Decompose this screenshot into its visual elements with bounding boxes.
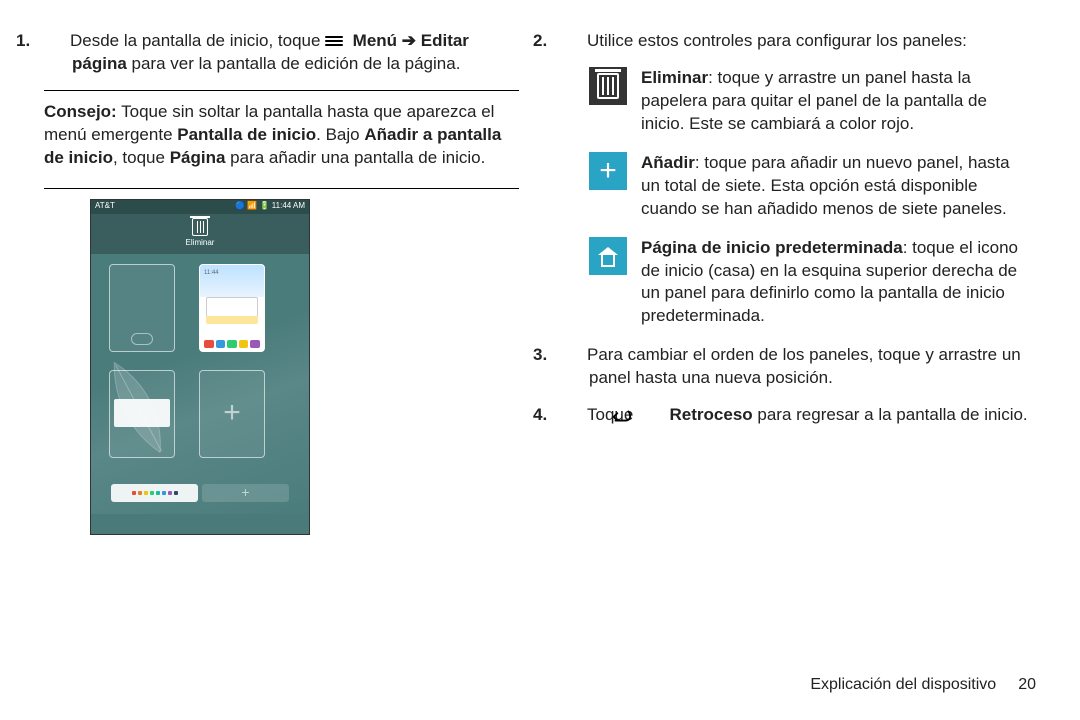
step-1: 1.Desde la pantalla de inicio, toque Men… — [44, 30, 519, 76]
control-anadir: + Añadir: toque para añadir un nuevo pan… — [561, 152, 1036, 221]
panel-1 — [109, 264, 175, 352]
step-number: 4. — [561, 404, 587, 427]
left-column: 1.Desde la pantalla de inicio, toque Men… — [44, 30, 519, 710]
device-screenshot: AT&T 🔵 📶 🔋 11:44 AM Eliminar 1 — [90, 199, 310, 535]
add-icon: + — [589, 152, 627, 190]
home-icon — [589, 237, 627, 275]
step-number: 3. — [561, 344, 587, 367]
page-footer: Explicación del dispositivo20 — [810, 674, 1036, 696]
dock-apps — [111, 484, 198, 502]
back-icon — [638, 407, 660, 421]
panel-2-active: 11:44 — [199, 264, 265, 352]
step-4: 4.Toque Retroceso para regresar a la pan… — [561, 404, 1036, 427]
control-home: Página de inicio predeterminada: toque e… — [561, 237, 1036, 329]
right-column: 2.Utilice estos controles para configura… — [561, 30, 1036, 710]
step-number: 2. — [561, 30, 587, 53]
trash-icon — [192, 218, 208, 236]
control-eliminar: Eliminar: toque y arrastre un panel hast… — [561, 67, 1036, 136]
divider-bottom — [44, 188, 519, 189]
dock-row: + — [111, 484, 289, 506]
panel-3 — [109, 370, 175, 458]
add-panel: + — [199, 370, 265, 458]
status-bar: AT&T 🔵 📶 🔋 11:44 AM — [91, 200, 309, 214]
step-2: 2.Utilice estos controles para configura… — [561, 30, 1036, 53]
menu-icon — [325, 34, 343, 48]
step-number: 1. — [44, 30, 70, 53]
panel-grid: 11:44 + + — [91, 254, 309, 514]
trash-header: Eliminar — [91, 214, 309, 254]
step-3: 3.Para cambiar el orden de los paneles, … — [561, 344, 1036, 390]
delete-icon — [589, 67, 627, 105]
divider-top — [44, 90, 519, 91]
dock-add: + — [202, 484, 289, 502]
tip-block: Consejo: Toque sin soltar la pantalla ha… — [44, 101, 519, 178]
